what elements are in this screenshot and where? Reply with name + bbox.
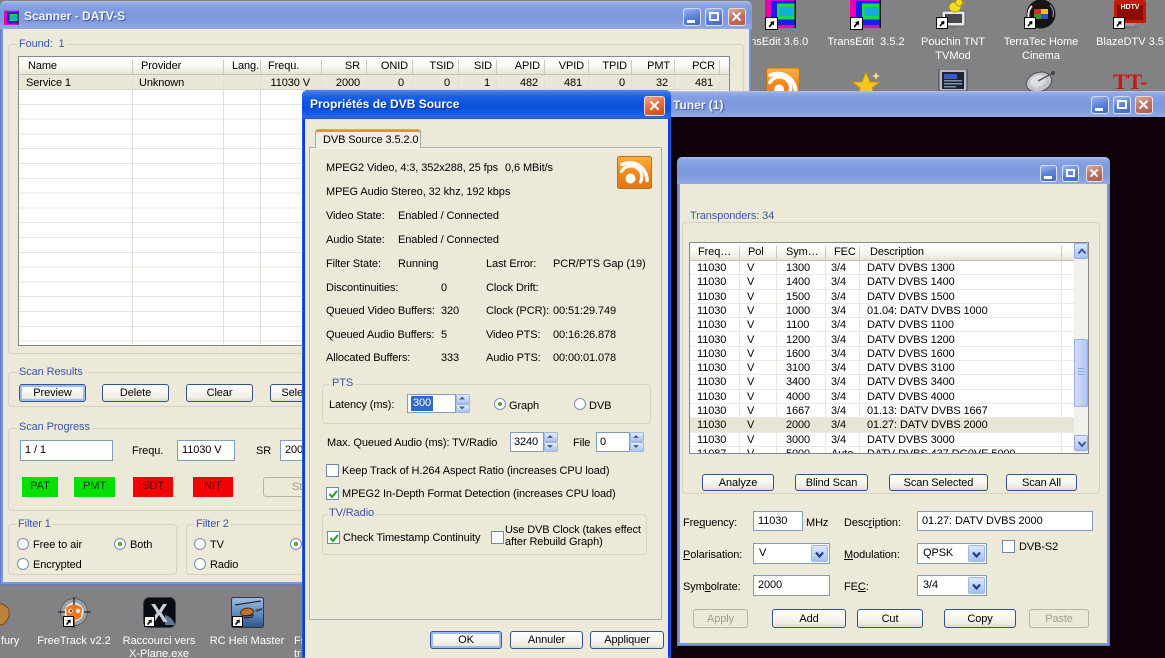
svg-text:TT-: TT- <box>1113 69 1147 91</box>
svg-text:HDTV: HDTV <box>1121 4 1140 11</box>
